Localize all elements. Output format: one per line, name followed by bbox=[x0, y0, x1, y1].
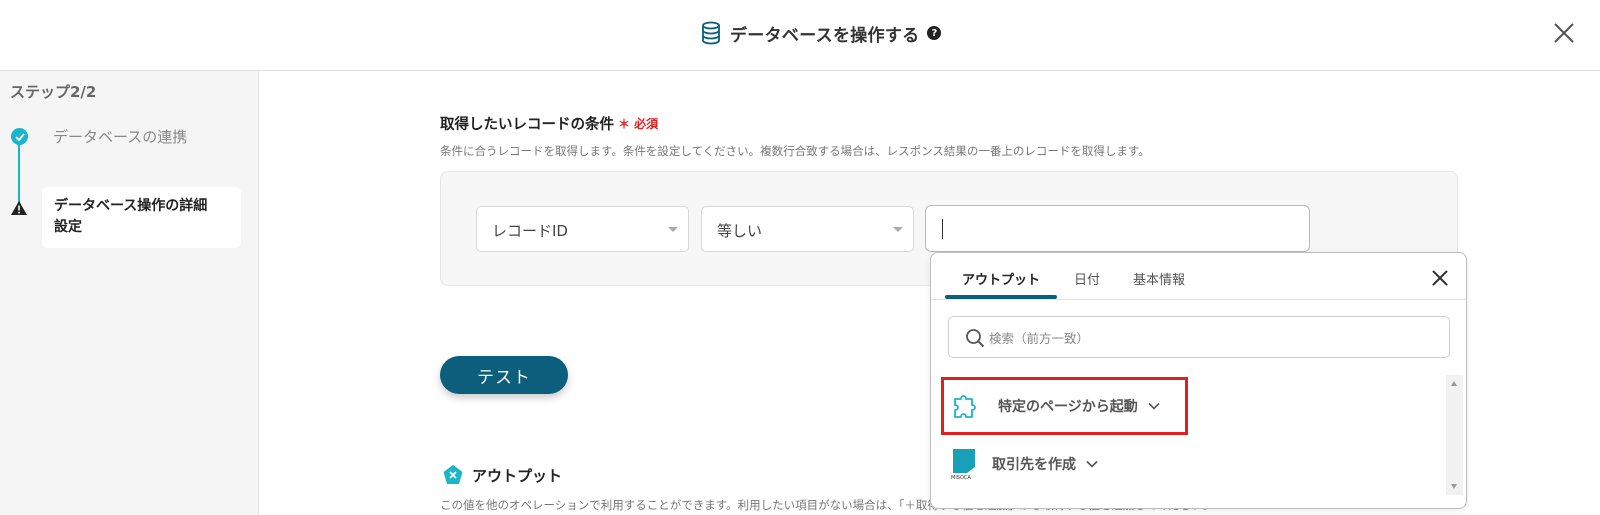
output-title-text: アウトプット bbox=[472, 466, 563, 485]
tab-output[interactable]: アウトプット bbox=[962, 269, 1040, 288]
variable-picker-popup: アウトプット 日付 基本情報 特定のページから起動 MISOCA 取引先を作成 bbox=[930, 252, 1467, 509]
text-cursor bbox=[942, 219, 943, 239]
sidebar-step-database-link[interactable]: データベースの連携 bbox=[53, 126, 187, 147]
step-connector-line bbox=[18, 139, 20, 209]
active-tab-indicator bbox=[945, 295, 1057, 299]
warning-icon bbox=[11, 201, 27, 215]
scroll-down-arrow-icon[interactable] bbox=[1451, 484, 1457, 489]
dropdown-caret-icon bbox=[893, 227, 903, 232]
item-label: 特定のページから起動 bbox=[998, 399, 1138, 415]
tab-basic-info[interactable]: 基本情報 bbox=[1133, 269, 1185, 288]
database-icon bbox=[702, 21, 720, 45]
header-title-group: データベースを操作する ? bbox=[700, 20, 942, 46]
close-icon[interactable] bbox=[1553, 22, 1575, 44]
misoca-icon: MISOCA bbox=[951, 449, 975, 481]
step-counter: ステップ2/2 bbox=[10, 83, 97, 101]
step-sidebar: ステップ2/2 データベースの連携 データベース操作の詳細 設定 bbox=[0, 71, 259, 515]
output-item-create-client[interactable]: MISOCA 取引先を作成 bbox=[941, 435, 1181, 493]
chevron-down-icon bbox=[1086, 460, 1098, 468]
svg-text:MISOCA: MISOCA bbox=[951, 475, 971, 481]
output-icon bbox=[443, 465, 463, 484]
popup-scrollbar[interactable] bbox=[1446, 375, 1463, 495]
page-title: データベースを操作する bbox=[730, 25, 920, 46]
dropdown-caret-icon bbox=[668, 227, 678, 232]
search-icon bbox=[966, 329, 985, 348]
field-select-value: レコードID bbox=[492, 222, 568, 240]
sidebar-step-operation-detail[interactable]: データベース操作の詳細 設定 bbox=[42, 187, 241, 248]
scroll-up-arrow-icon[interactable] bbox=[1451, 381, 1457, 386]
test-button[interactable]: テスト bbox=[440, 356, 568, 394]
condition-description: 条件に合うレコードを取得します。条件を設定してください。複数行合致する場合は、レ… bbox=[440, 144, 1150, 158]
search-field[interactable] bbox=[948, 316, 1450, 358]
step2-label-line1: データベース操作の詳細 bbox=[54, 198, 208, 214]
required-badge: ＊ 必須 bbox=[618, 117, 659, 131]
condition-section-title: 取得したいレコードの条件 ＊ 必須 bbox=[440, 113, 658, 134]
help-icon[interactable]: ? bbox=[927, 26, 942, 40]
step2-label-line2: 設定 bbox=[54, 219, 82, 235]
output-item-page-trigger[interactable]: 特定のページから起動 bbox=[941, 377, 1188, 435]
puzzle-icon bbox=[954, 395, 976, 418]
check-icon bbox=[11, 128, 28, 145]
item-label: 取引先を作成 bbox=[992, 457, 1076, 473]
chevron-down-icon bbox=[1148, 402, 1160, 410]
popup-tabs: アウトプット 日付 基本情報 bbox=[931, 253, 1466, 300]
tab-date[interactable]: 日付 bbox=[1074, 269, 1100, 288]
condition-value-input[interactable] bbox=[925, 205, 1310, 252]
condition-title-text: 取得したいレコードの条件 bbox=[440, 117, 614, 133]
field-select[interactable]: レコードID bbox=[476, 206, 689, 252]
modal-header: データベースを操作する ? bbox=[0, 0, 1600, 71]
close-icon[interactable] bbox=[1431, 269, 1449, 287]
operator-select[interactable]: 等しい bbox=[701, 206, 914, 252]
output-section-title: アウトプット bbox=[442, 464, 562, 486]
operator-select-value: 等しい bbox=[717, 222, 763, 240]
search-input[interactable] bbox=[989, 327, 1429, 349]
